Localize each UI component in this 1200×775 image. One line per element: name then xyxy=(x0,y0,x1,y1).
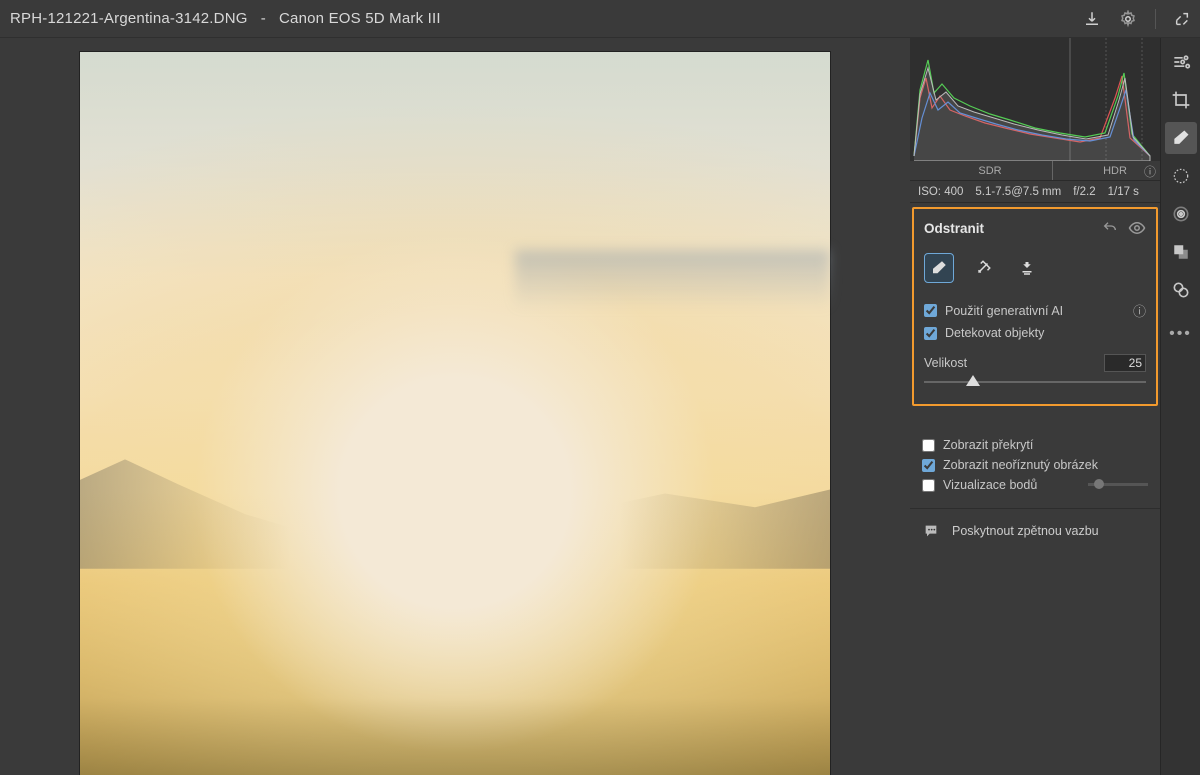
display-options: Zobrazit překrytí Zobrazit neoříznutý ob… xyxy=(910,416,1160,509)
fullscreen-icon[interactable] xyxy=(1174,11,1190,27)
exif-shutter: 1/17 s xyxy=(1108,186,1139,198)
size-slider[interactable] xyxy=(924,374,1146,390)
panel-title: Odstranit xyxy=(924,221,1092,236)
exif-iso: ISO: 400 xyxy=(918,186,963,198)
layers-icon[interactable] xyxy=(1165,236,1197,268)
exif-aperture: f/2.2 xyxy=(1073,186,1095,198)
filename: RPH-121221-Argentina-3142.DNG xyxy=(10,10,248,27)
visibility-icon[interactable] xyxy=(1128,219,1146,237)
show-overlay-row[interactable]: Zobrazit překrytí xyxy=(922,438,1148,452)
gen-ai-label: Použití generativní AI xyxy=(945,304,1063,318)
show-uncropped-checkbox[interactable] xyxy=(922,459,935,472)
exif-lens: 5.1-7.5@7.5 mm xyxy=(975,186,1061,198)
show-uncropped-label: Zobrazit neoříznutý obrázek xyxy=(943,458,1098,472)
dynamic-range-bar[interactable]: SDR HDR ⓘ xyxy=(910,161,1160,181)
size-label: Velikost xyxy=(924,356,1104,370)
visualize-points-checkbox[interactable] xyxy=(922,479,935,492)
mask-icon[interactable] xyxy=(1165,160,1197,192)
crop-icon[interactable] xyxy=(1165,84,1197,116)
exif-bar: ISO: 400 5.1-7.5@7.5 mm f/2.2 1/17 s xyxy=(910,181,1160,203)
detect-objects-row[interactable]: Detekovat objekty xyxy=(924,326,1146,340)
image-canvas[interactable] xyxy=(0,38,910,775)
healing-icon[interactable] xyxy=(1165,122,1197,154)
adjust-icon[interactable] xyxy=(1165,46,1197,78)
top-actions xyxy=(1083,9,1190,29)
range-splitter xyxy=(1052,161,1053,180)
feedback-icon xyxy=(922,523,940,539)
photo-preview xyxy=(80,52,830,775)
more-icon[interactable]: ••• xyxy=(1165,318,1197,350)
camera-model: Canon EOS 5D Mark III xyxy=(279,10,441,27)
redeye-icon[interactable] xyxy=(1165,198,1197,230)
info-icon[interactable]: ⓘ xyxy=(1144,163,1156,180)
info-icon[interactable]: ⓘ xyxy=(1133,301,1146,320)
gear-icon[interactable] xyxy=(1119,10,1137,28)
histogram[interactable]: ◢ ◣ xyxy=(910,38,1160,161)
show-uncropped-row[interactable]: Zobrazit neoříznutý obrázek xyxy=(922,458,1148,472)
show-overlay-checkbox[interactable] xyxy=(922,439,935,452)
remove-tools xyxy=(924,253,1146,283)
presets-icon[interactable] xyxy=(1165,274,1197,306)
gen-ai-checkbox[interactable] xyxy=(924,304,937,317)
detect-objects-label: Detekovat objekty xyxy=(945,326,1044,340)
detect-objects-checkbox[interactable] xyxy=(924,327,937,340)
eraser-tool[interactable] xyxy=(924,253,954,283)
points-opacity-slider[interactable] xyxy=(1088,483,1148,486)
tool-strip: ••• xyxy=(1160,38,1200,775)
size-input[interactable] xyxy=(1104,354,1146,372)
heal-brush-tool[interactable] xyxy=(968,253,998,283)
show-overlay-label: Zobrazit překrytí xyxy=(943,438,1033,452)
file-title: RPH-121221-Argentina-3142.DNG - Canon EO… xyxy=(10,10,1083,27)
sdr-label: SDR xyxy=(910,161,1070,180)
separator xyxy=(1155,9,1156,29)
download-icon[interactable] xyxy=(1083,10,1101,28)
clone-stamp-tool[interactable] xyxy=(1012,253,1042,283)
top-bar: RPH-121221-Argentina-3142.DNG - Canon EO… xyxy=(0,0,1200,38)
right-panel: ◢ ◣ SDR HDR ⓘ I xyxy=(910,38,1160,775)
feedback-label: Poskytnout zpětnou vazbu xyxy=(952,524,1099,538)
undo-icon[interactable] xyxy=(1102,220,1118,236)
slider-thumb[interactable] xyxy=(966,375,980,386)
visualize-points-row[interactable]: Vizualizace bodů xyxy=(922,478,1148,492)
remove-panel-highlight: Odstranit xyxy=(912,207,1158,406)
gen-ai-checkbox-row[interactable]: Použití generativní AI ⓘ xyxy=(924,301,1146,320)
feedback-link[interactable]: Poskytnout zpětnou vazbu xyxy=(910,509,1160,553)
visualize-points-label: Vizualizace bodů xyxy=(943,478,1037,492)
